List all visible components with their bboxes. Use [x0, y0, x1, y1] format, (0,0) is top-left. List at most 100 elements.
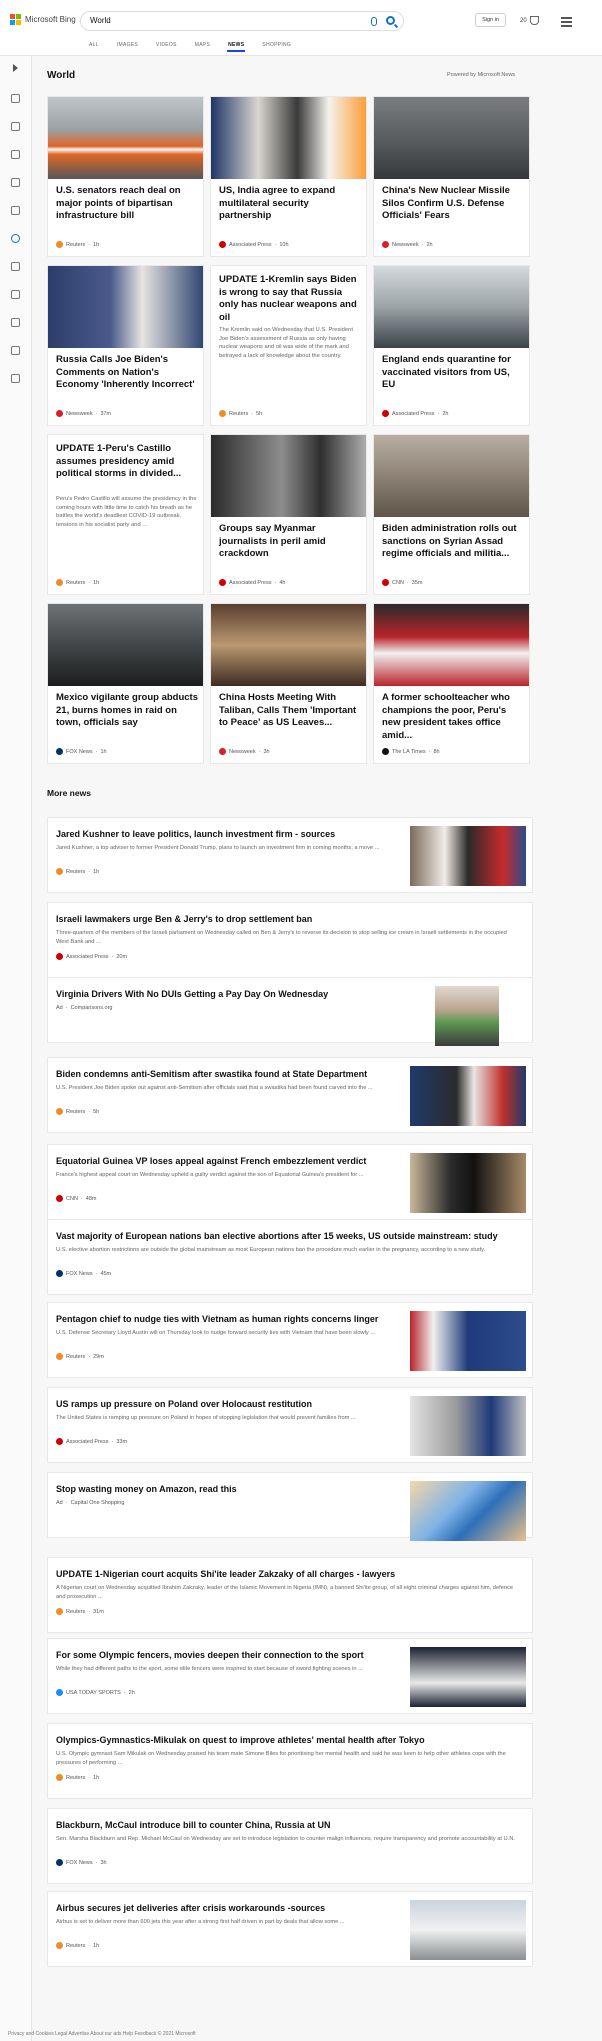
news-title[interactable]: Airbus secures jet deliveries after cris…: [56, 1903, 396, 1914]
news-card[interactable]: US, India agree to expand multilateral s…: [210, 96, 367, 257]
source-name: Reuters: [66, 1108, 86, 1115]
news-card[interactable]: UPDATE 1-Peru's Castillo assumes preside…: [47, 434, 204, 595]
news-list-item[interactable]: Olympics-Gymnastics-Mikulak on quest to …: [47, 1723, 533, 1799]
microphone-icon[interactable]: [371, 17, 377, 26]
news-title[interactable]: Blackburn, McCaul introduce bill to coun…: [56, 1820, 516, 1831]
card-title[interactable]: U.S. senators reach deal on major points…: [56, 185, 198, 223]
news-list-item[interactable]: Blackburn, McCaul introduce bill to coun…: [47, 1808, 533, 1884]
news-list-item[interactable]: Stop wasting money on Amazon, read this A…: [47, 1472, 533, 1541]
tab-videos[interactable]: VIDEOS: [156, 42, 177, 52]
news-title[interactable]: Pentagon chief to nudge ties with Vietna…: [56, 1314, 396, 1325]
news-thumbnail[interactable]: [435, 986, 499, 1046]
news-list-item[interactable]: Israeli lawmakers urge Ben & Jerry's to …: [47, 902, 533, 978]
card-title[interactable]: Mexico vigilante group abducts 21, burns…: [56, 692, 198, 730]
news-card[interactable]: Groups say Myanmar journalists in peril …: [210, 434, 367, 595]
video-icon[interactable]: [11, 374, 20, 383]
news-list-item[interactable]: Virginia Drivers With No DUIs Getting a …: [47, 977, 533, 1046]
card-title[interactable]: Groups say Myanmar journalists in peril …: [219, 523, 361, 561]
advertiser-name: Comparisons.org: [70, 1005, 113, 1011]
tools-icon[interactable]: [11, 122, 20, 131]
news-card[interactable]: Biden administration rolls out sanctions…: [373, 434, 530, 595]
news-title[interactable]: Olympics-Gymnastics-Mikulak on quest to …: [56, 1735, 516, 1746]
card-title[interactable]: Biden administration rolls out sanctions…: [382, 523, 524, 561]
home-icon[interactable]: [11, 94, 20, 103]
news-thumbnail[interactable]: [410, 1900, 526, 1960]
news-title[interactable]: Virginia Drivers With No DUIs Getting a …: [56, 989, 396, 1000]
sports-icon[interactable]: [11, 318, 20, 327]
source-favicon-icon: [56, 410, 63, 417]
news-list-item[interactable]: For some Olympic fencers, movies deepen …: [47, 1638, 533, 1714]
news-desc: A Nigerian court on Wednesday acquitted …: [56, 1585, 514, 1600]
news-title[interactable]: Equatorial Guinea VP loses appeal agains…: [56, 1156, 396, 1167]
news-list-item[interactable]: Airbus secures jet deliveries after cris…: [47, 1891, 533, 1967]
news-list-item[interactable]: Equatorial Guinea VP loses appeal agains…: [47, 1144, 533, 1220]
news-desc: Airbus is set to deliver more than 600 j…: [56, 1919, 345, 1925]
news-title[interactable]: US ramps up pressure on Poland over Holo…: [56, 1399, 396, 1410]
card-title[interactable]: China Hosts Meeting With Taliban, Calls …: [219, 692, 361, 730]
news-thumbnail[interactable]: [410, 1481, 526, 1541]
news-title[interactable]: Israeli lawmakers urge Ben & Jerry's to …: [56, 914, 516, 925]
card-title[interactable]: Russia Calls Joe Biden's Comments on Nat…: [56, 354, 198, 392]
card-title[interactable]: UPDATE 1-Kremlin says Biden is wrong to …: [219, 274, 361, 324]
tab-all[interactable]: ALL: [89, 42, 99, 52]
news-thumbnail[interactable]: [410, 1396, 526, 1456]
tab-news[interactable]: NEWS: [227, 42, 246, 52]
card-title[interactable]: A former schoolteacher who champions the…: [382, 692, 524, 742]
news-card[interactable]: Mexico vigilante group abducts 21, burns…: [47, 603, 204, 764]
tab-images[interactable]: IMAGES: [117, 42, 138, 52]
news-card[interactable]: UPDATE 1-Kremlin says Biden is wrong to …: [210, 265, 367, 426]
expand-chevron-icon[interactable]: [13, 64, 18, 72]
search-input[interactable]: World: [90, 16, 350, 25]
card-title[interactable]: US, India agree to expand multilateral s…: [219, 185, 361, 223]
news-card[interactable]: Russia Calls Joe Biden's Comments on Nat…: [47, 265, 204, 426]
card-title[interactable]: UPDATE 1-Peru's Castillo assumes preside…: [56, 443, 198, 481]
news-thumbnail[interactable]: [410, 1311, 526, 1371]
news-card[interactable]: U.S. senators reach deal on major points…: [47, 96, 204, 257]
news-title[interactable]: Biden condemns anti-Semitism after swast…: [56, 1069, 396, 1080]
news-list-item[interactable]: Vast majority of European nations ban el…: [47, 1219, 533, 1295]
news-thumbnail[interactable]: [410, 1066, 526, 1126]
flag-icon[interactable]: [11, 150, 20, 159]
news-list-item[interactable]: UPDATE 1-Nigerian court acquits Shi'ite …: [47, 1557, 533, 1633]
news-source: Ad · Capital One Shopping: [56, 1500, 124, 1506]
news-list-item[interactable]: Jared Kushner to leave politics, launch …: [47, 817, 533, 893]
news-card[interactable]: China's New Nuclear Missile Silos Confir…: [373, 96, 530, 257]
news-title[interactable]: Stop wasting money on Amazon, read this: [56, 1484, 396, 1495]
rewards-button[interactable]: 20: [520, 16, 539, 25]
search-box[interactable]: World: [80, 11, 404, 31]
news-list-item[interactable]: Biden condemns anti-Semitism after swast…: [47, 1057, 533, 1133]
search-icon[interactable]: [386, 16, 395, 25]
news-title[interactable]: For some Olympic fencers, movies deepen …: [56, 1650, 396, 1661]
card-title[interactable]: China's New Nuclear Missile Silos Confir…: [382, 185, 524, 223]
card-source: Newsweek · 3h: [219, 748, 270, 755]
logo-text: Microsoft Bing: [25, 15, 76, 24]
trending-icon[interactable]: [11, 178, 20, 187]
news-title[interactable]: Vast majority of European nations ban el…: [56, 1231, 516, 1242]
tab-maps[interactable]: MAPS: [195, 42, 210, 52]
location-icon[interactable]: [11, 206, 20, 215]
briefcase-icon[interactable]: [11, 262, 20, 271]
news-thumbnail[interactable]: [410, 826, 526, 886]
tab-shopping[interactable]: SHOPPING: [262, 42, 291, 52]
card-source: CNN · 35m: [382, 579, 422, 586]
entertainment-icon[interactable]: [11, 346, 20, 355]
bing-logo[interactable]: Microsoft Bing: [10, 14, 76, 25]
news-source: Reuters · 5h: [56, 1108, 99, 1115]
science-icon[interactable]: [11, 290, 20, 299]
news-source: Reuters · 29m: [56, 1353, 104, 1360]
signin-button[interactable]: Sign in: [475, 13, 506, 27]
news-list-item[interactable]: US ramps up pressure on Poland over Holo…: [47, 1387, 533, 1463]
news-card[interactable]: China Hosts Meeting With Taliban, Calls …: [210, 603, 367, 764]
powered-by: Powered by Microsoft News: [447, 72, 516, 78]
news-title[interactable]: UPDATE 1-Nigerian court acquits Shi'ite …: [56, 1569, 516, 1580]
section-title: World: [47, 70, 76, 81]
news-thumbnail[interactable]: [410, 1647, 526, 1707]
news-card[interactable]: A former schoolteacher who champions the…: [373, 603, 530, 764]
news-list-item[interactable]: Pentagon chief to nudge ties with Vietna…: [47, 1302, 533, 1378]
card-title[interactable]: England ends quarantine for vaccinated v…: [382, 354, 524, 392]
hamburger-menu-icon[interactable]: [561, 17, 572, 29]
news-title[interactable]: Jared Kushner to leave politics, launch …: [56, 829, 396, 840]
news-card[interactable]: England ends quarantine for vaccinated v…: [373, 265, 530, 426]
globe-icon[interactable]: [11, 234, 20, 243]
news-thumbnail[interactable]: [410, 1153, 526, 1213]
